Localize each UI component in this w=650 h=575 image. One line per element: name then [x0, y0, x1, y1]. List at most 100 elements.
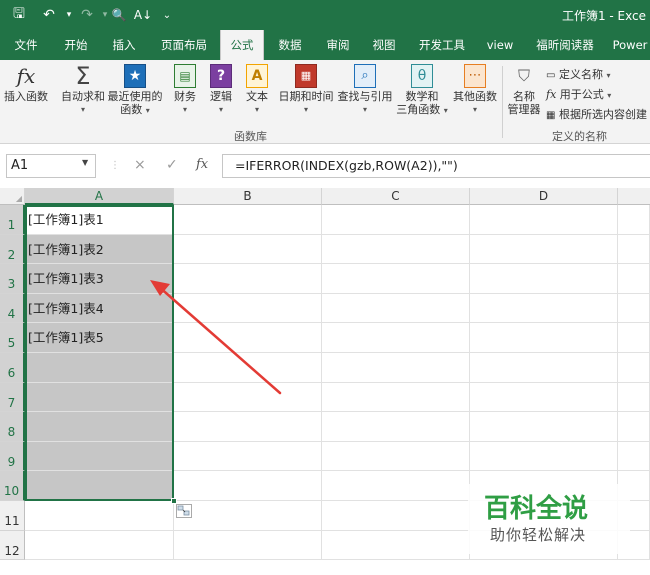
- cell-a2[interactable]: [工作簿1]表2: [25, 234, 174, 265]
- undo-icon[interactable]: ↶: [40, 5, 58, 25]
- recently-used-button[interactable]: ★ 最近使用的 函数 ▾: [106, 64, 164, 117]
- row-header-7[interactable]: 7: [0, 382, 25, 413]
- cell-b2[interactable]: [174, 234, 322, 265]
- row-header-4[interactable]: 4: [0, 293, 25, 324]
- cell-c5[interactable]: [322, 323, 470, 353]
- cell-a11[interactable]: [25, 501, 174, 531]
- cell-e7[interactable]: [618, 382, 650, 413]
- row-header-1[interactable]: 1: [0, 205, 25, 235]
- chevron-down-icon[interactable]: ▼: [82, 158, 88, 167]
- cell-c3[interactable]: [322, 264, 470, 294]
- use-in-formula-button[interactable]: 𝑓x 用于公式 ▾: [546, 86, 611, 102]
- cell-d1[interactable]: [470, 205, 618, 235]
- tab-home[interactable]: 开始: [56, 30, 96, 60]
- cell-a5[interactable]: [工作簿1]表5: [25, 323, 174, 353]
- cell-c9[interactable]: [322, 441, 470, 472]
- cell-c10[interactable]: [322, 471, 470, 501]
- cell-c8[interactable]: [322, 412, 470, 442]
- cell-a10[interactable]: [25, 471, 174, 501]
- cell-e5[interactable]: [618, 323, 650, 353]
- tab-data[interactable]: 数据: [270, 30, 310, 60]
- tab-insert[interactable]: 插入: [104, 30, 144, 60]
- cell-a6[interactable]: [25, 353, 174, 383]
- tab-power[interactable]: Power: [610, 30, 650, 60]
- row-header-10[interactable]: 10: [0, 471, 25, 501]
- row-header-8[interactable]: 8: [0, 412, 25, 442]
- cell-a7[interactable]: [25, 382, 174, 413]
- column-header-d[interactable]: D: [470, 188, 618, 205]
- insert-function-icon[interactable]: fx: [196, 157, 208, 172]
- row-header-6[interactable]: 6: [0, 353, 25, 383]
- select-all-corner[interactable]: ◢: [0, 188, 25, 205]
- cell-e2[interactable]: [618, 234, 650, 265]
- row-header-12[interactable]: 12: [0, 530, 25, 561]
- text-button[interactable]: A 文本 ▾: [240, 64, 274, 116]
- cell-d4[interactable]: [470, 293, 618, 324]
- cell-a9[interactable]: [25, 441, 174, 472]
- column-header-e[interactable]: [618, 188, 650, 205]
- cell-e8[interactable]: [618, 412, 650, 442]
- tab-file[interactable]: 文件: [6, 30, 46, 60]
- autofill-options-icon[interactable]: [176, 504, 192, 518]
- cancel-icon[interactable]: ×: [134, 157, 146, 173]
- financial-button[interactable]: ▤ 财务 ▾: [168, 64, 202, 116]
- cell-e9[interactable]: [618, 441, 650, 472]
- row-header-2[interactable]: 2: [0, 234, 25, 265]
- tab-foxit-reader[interactable]: 福昕阅读器: [530, 30, 600, 60]
- cell-b9[interactable]: [174, 441, 322, 472]
- cell-b8[interactable]: [174, 412, 322, 442]
- save-icon[interactable]: 🖫: [10, 5, 28, 25]
- customize-qat-icon[interactable]: ⌄: [160, 5, 174, 25]
- math-trig-button[interactable]: θ 数学和 三角函数 ▾: [394, 64, 450, 117]
- cell-b4[interactable]: [174, 293, 322, 324]
- cell-d3[interactable]: [470, 264, 618, 294]
- cell-d7[interactable]: [470, 382, 618, 413]
- cell-c12[interactable]: [322, 530, 470, 561]
- cell-c11[interactable]: [322, 501, 470, 531]
- cell-d2[interactable]: [470, 234, 618, 265]
- cell-e6[interactable]: [618, 353, 650, 383]
- datetime-button[interactable]: ▦ 日期和时间 ▾: [276, 64, 336, 116]
- cell-e1[interactable]: [618, 205, 650, 235]
- lookup-button[interactable]: ⌕ 查找与引用 ▾: [336, 64, 394, 116]
- column-header-c[interactable]: C: [322, 188, 470, 205]
- cell-b1[interactable]: [174, 205, 322, 235]
- cell-e3[interactable]: [618, 264, 650, 294]
- cell-d5[interactable]: [470, 323, 618, 353]
- formula-input[interactable]: =IFERROR(INDEX(gzb,ROW(A2)),""): [222, 154, 650, 178]
- redo-icon[interactable]: ↷: [78, 5, 96, 25]
- cell-c4[interactable]: [322, 293, 470, 324]
- cell-c2[interactable]: [322, 234, 470, 265]
- cell-b6[interactable]: [174, 353, 322, 383]
- column-header-a[interactable]: A: [25, 188, 174, 205]
- define-name-button[interactable]: ▭ 定义名称 ▾: [546, 66, 610, 82]
- cell-b12[interactable]: [174, 530, 322, 561]
- logical-button[interactable]: ? 逻辑 ▾: [204, 64, 238, 116]
- cell-b11[interactable]: [174, 501, 322, 531]
- cell-b7[interactable]: [174, 382, 322, 413]
- more-functions-button[interactable]: ⋯ 其他函数 ▾: [450, 64, 500, 116]
- cell-b3[interactable]: [174, 264, 322, 294]
- row-header-3[interactable]: 3: [0, 264, 25, 294]
- tab-view[interactable]: 视图: [364, 30, 404, 60]
- row-header-11[interactable]: 11: [0, 501, 25, 531]
- cell-a3[interactable]: [工作簿1]表3: [25, 264, 174, 294]
- print-preview-icon[interactable]: 🔍: [110, 5, 128, 25]
- row-header-5[interactable]: 5: [0, 323, 25, 353]
- cell-a8[interactable]: [25, 412, 174, 442]
- tab-formulas[interactable]: 公式: [220, 30, 264, 60]
- name-manager-button[interactable]: ⛉ 名称 管理器: [504, 64, 544, 116]
- cell-b10[interactable]: [174, 471, 322, 501]
- tab-view-addin[interactable]: view: [480, 30, 520, 60]
- cell-c7[interactable]: [322, 382, 470, 413]
- tab-review[interactable]: 审阅: [318, 30, 358, 60]
- cell-d8[interactable]: [470, 412, 618, 442]
- enter-icon[interactable]: ✓: [166, 157, 178, 173]
- row-header-9[interactable]: 9: [0, 441, 25, 472]
- cell-a12[interactable]: [25, 530, 174, 561]
- tab-page-layout[interactable]: 页面布局: [154, 30, 214, 60]
- cell-b5[interactable]: [174, 323, 322, 353]
- undo-dropdown-icon[interactable]: ▾: [64, 5, 74, 25]
- cell-e4[interactable]: [618, 293, 650, 324]
- cell-c1[interactable]: [322, 205, 470, 235]
